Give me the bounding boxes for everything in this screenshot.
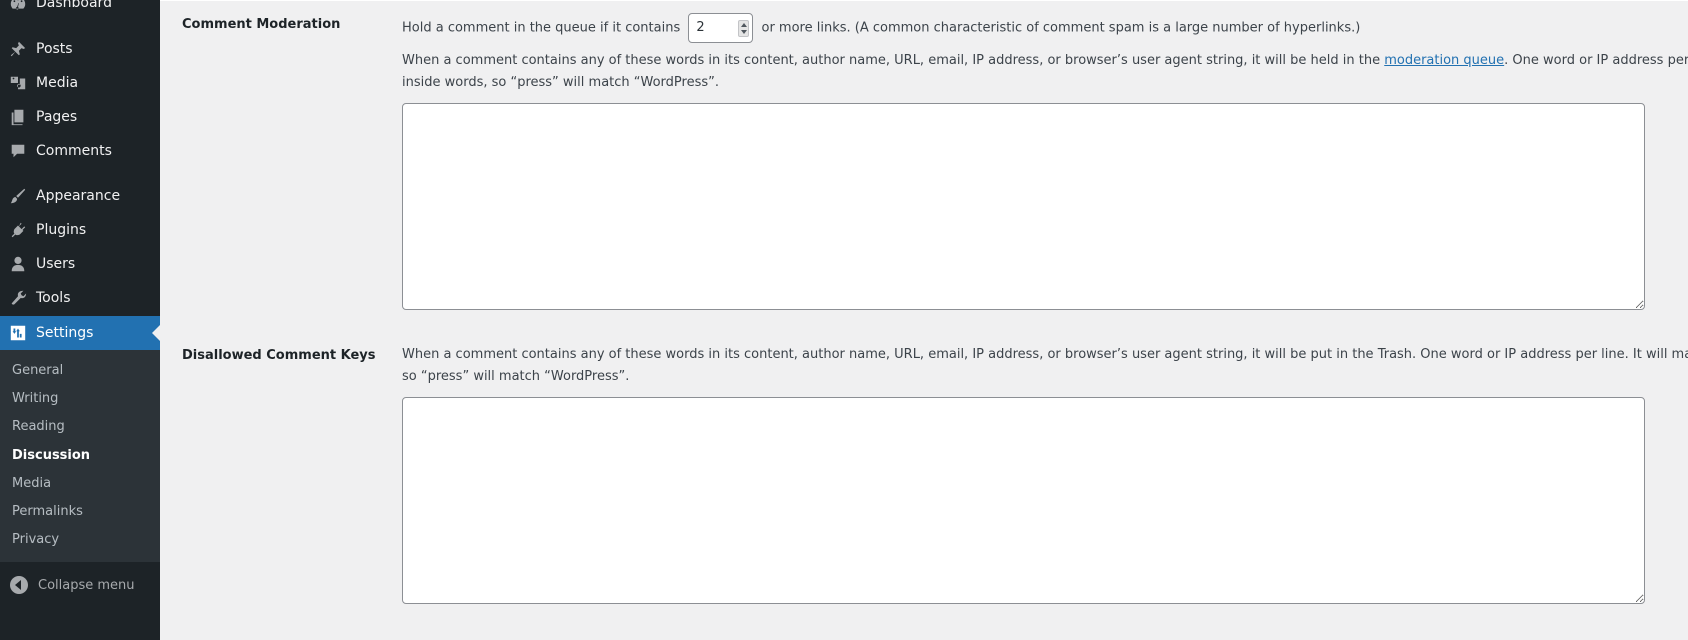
sidebar-item-label: Dashboard (36, 0, 112, 11)
links-prefix-text: Hold a comment in the queue if it contai… (402, 20, 681, 36)
sidebar-item-pages[interactable]: Pages (0, 100, 160, 134)
sidebar-item-plugins[interactable]: Plugins (0, 213, 160, 247)
pages-icon (8, 107, 28, 127)
submenu-item-privacy[interactable]: Privacy (0, 526, 160, 554)
links-suffix-text: or more links. (A common characteristic … (761, 20, 1361, 36)
admin-sidebar: Dashboard Posts Media Pages Comments App… (0, 0, 160, 640)
sidebar-item-label: Media (36, 75, 79, 91)
sidebar-item-posts[interactable]: Posts (0, 32, 160, 66)
pin-icon (8, 39, 28, 59)
links-threshold-row: Hold a comment in the queue if it contai… (402, 13, 1688, 43)
sidebar-item-settings[interactable]: Settings (0, 316, 160, 350)
moderation-queue-link[interactable]: moderation queue (1384, 53, 1504, 68)
sidebar-item-label: Plugins (36, 222, 87, 238)
collapse-menu-label: Collapse menu (38, 577, 135, 593)
sidebar-item-dashboard[interactable]: Dashboard (0, 0, 160, 20)
moderation-desc-text: When a comment contains any of these wor… (402, 53, 1385, 68)
moderation-keys-textarea[interactable] (402, 103, 1645, 310)
comment-moderation-label: Comment Moderation (182, 17, 341, 32)
sidebar-item-label: Pages (36, 109, 78, 125)
sidebar-item-label: Posts (36, 41, 73, 57)
collapse-arrow-icon (10, 576, 28, 594)
sidebar-item-media[interactable]: Media (0, 66, 160, 100)
disallowed-keys-label: Disallowed Comment Keys (182, 348, 376, 363)
top-divider (160, 0, 1688, 1)
sidebar-item-users[interactable]: Users (0, 247, 160, 281)
current-page-arrow (152, 325, 160, 341)
disallowed-keys-textarea[interactable] (402, 397, 1645, 604)
settings-submenu: General Writing Reading Discussion Media… (0, 350, 160, 562)
dashboard-icon (8, 0, 28, 13)
submenu-item-reading[interactable]: Reading (0, 413, 160, 441)
plug-icon (8, 220, 28, 240)
max-links-input[interactable]: 2 (688, 13, 754, 43)
sidebar-item-label: Comments (36, 143, 112, 159)
sidebar-item-label: Appearance (36, 188, 121, 204)
sidebar-item-label: Settings (36, 325, 94, 341)
wrench-icon (8, 288, 28, 308)
sidebar-item-appearance[interactable]: Appearance (0, 179, 160, 213)
sidebar-item-label: Users (36, 256, 76, 272)
media-icon (8, 73, 28, 93)
sidebar-item-tools[interactable]: Tools (0, 281, 160, 315)
number-spinner[interactable] (738, 20, 750, 37)
settings-content: Comment Moderation Hold a comment in the… (160, 0, 1688, 640)
submenu-item-discussion[interactable]: Discussion (0, 442, 160, 470)
disallowed-keys-description: When a comment contains any of these wor… (402, 347, 1688, 384)
user-icon (8, 254, 28, 274)
comment-icon (8, 141, 28, 161)
submenu-item-writing[interactable]: Writing (0, 385, 160, 413)
paintbrush-icon (8, 186, 28, 206)
sidebar-item-comments[interactable]: Comments (0, 134, 160, 168)
settings-icon (8, 323, 28, 343)
submenu-item-permalinks[interactable]: Permalinks (0, 498, 160, 526)
sidebar-item-label: Tools (36, 290, 71, 306)
moderation-keys-description: When a comment contains any of these wor… (402, 50, 1688, 94)
max-links-value: 2 (696, 20, 705, 35)
submenu-item-media[interactable]: Media (0, 470, 160, 498)
collapse-menu-button[interactable]: Collapse menu (0, 568, 160, 602)
submenu-item-general[interactable]: General (0, 357, 160, 385)
